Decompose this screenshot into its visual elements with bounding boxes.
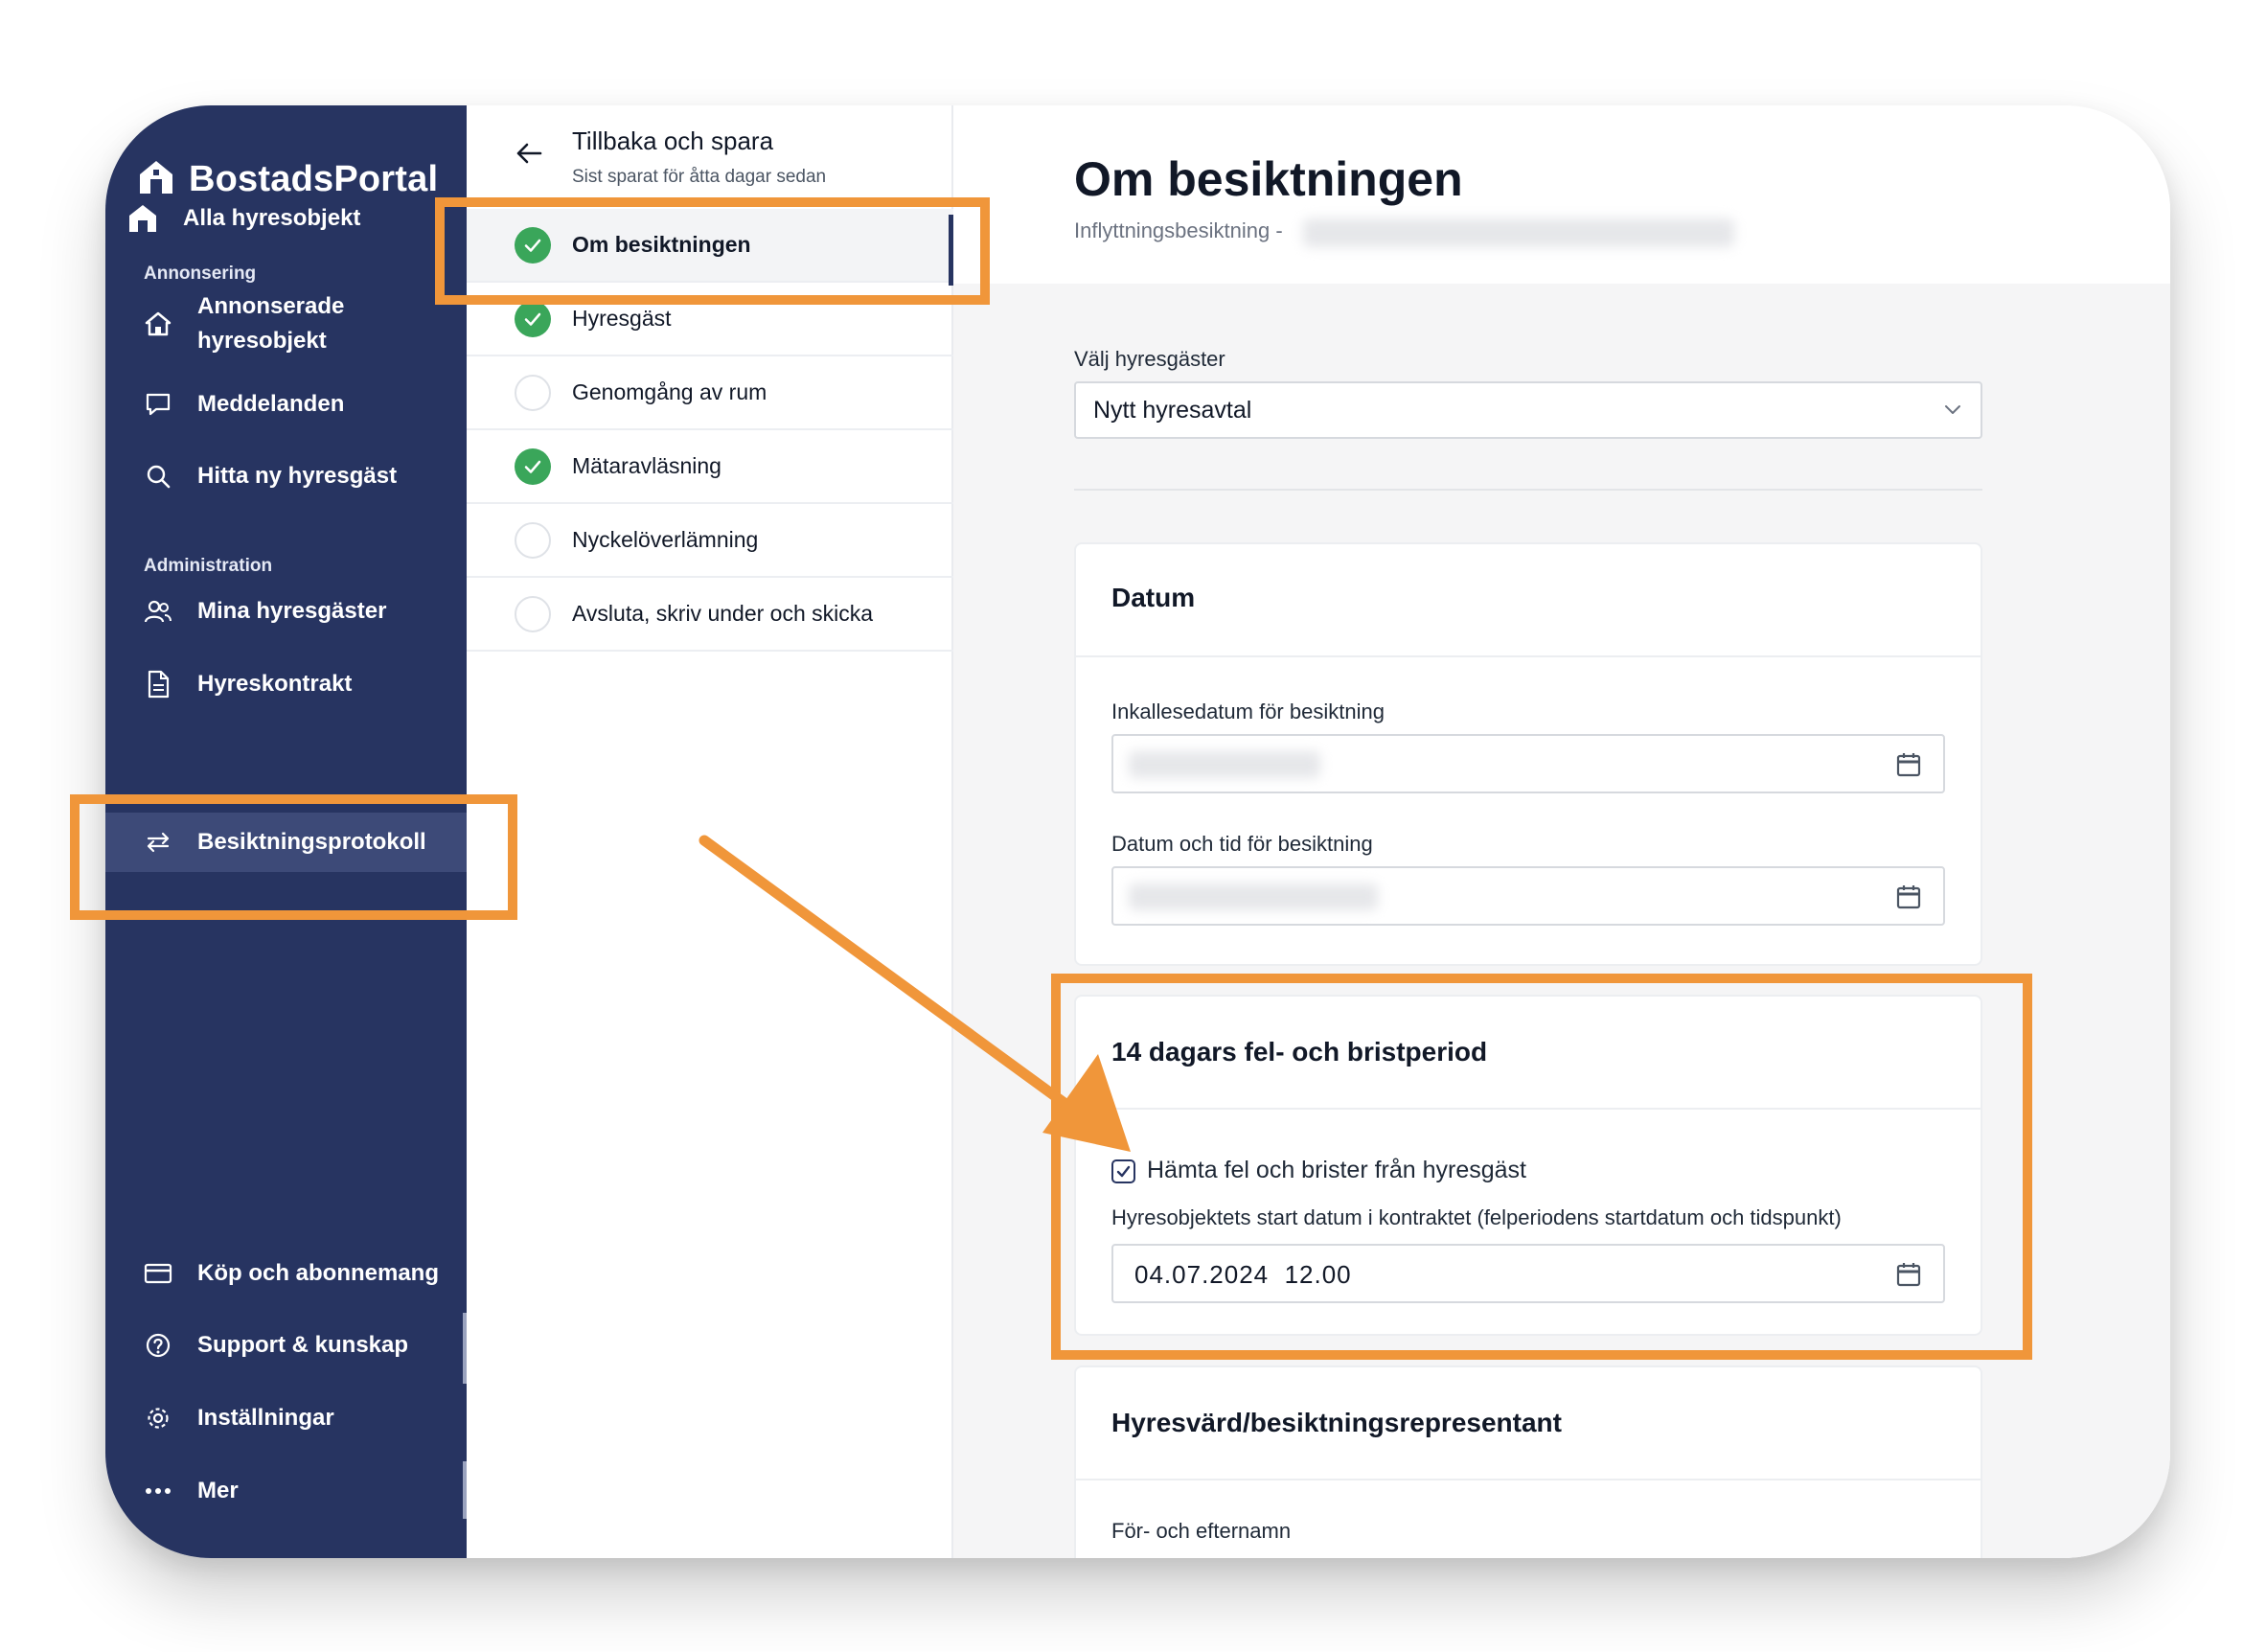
step-label: Mätaravläsning — [572, 453, 721, 478]
step-avsluta[interactable]: Avsluta, skriv under och skicka — [467, 578, 953, 652]
sidebar: BostadsPortal Alla hyresobjekt Annonseri… — [105, 105, 467, 1558]
tenant-select-label: Välj hyresgäster — [1074, 347, 1225, 371]
calendar-icon[interactable] — [1895, 1261, 1922, 1293]
sidebar-item-all-properties[interactable]: Alla hyresobjekt — [105, 197, 467, 240]
card-separator — [1076, 1108, 1981, 1110]
brand-logo[interactable]: BostadsPortal — [137, 158, 438, 201]
app-window: BostadsPortal Alla hyresobjekt Annonseri… — [105, 105, 2170, 1558]
chevron-down-icon — [1942, 399, 1963, 424]
page-title: Om besiktningen — [1074, 152, 1463, 206]
date-card: Datum Inkallesedatum för besiktning Datu… — [1074, 542, 1982, 966]
brand-name: BostadsPortal — [189, 159, 439, 199]
sidebar-item-label: Support & kunskap — [197, 1332, 409, 1358]
arrow-left-icon — [515, 141, 543, 171]
redacted-date — [1129, 751, 1320, 778]
sidebar-item-label: Besiktningsprotokoll — [197, 829, 426, 855]
sidebar-item-settings[interactable]: Inställningar — [105, 1397, 467, 1439]
start-date-label: Hyresobjektets start datum i kontraktet … — [1111, 1205, 1842, 1229]
step-label: Avsluta, skriv under och skicka — [572, 601, 874, 626]
check-circle-icon — [515, 300, 551, 337]
check-circle-icon — [515, 447, 551, 485]
sidebar-item-find-tenant[interactable]: Hitta ny hyresgäst — [105, 455, 467, 497]
sidebar-item-support[interactable]: Support & kunskap — [105, 1324, 467, 1366]
page-subtitle: Inflyttningsbesiktning - — [1074, 218, 1283, 242]
section-label-annonsering: Annonsering — [144, 264, 257, 284]
summons-date-label: Inkallesedatum för besiktning — [1111, 700, 1385, 723]
step-hyresgast[interactable]: Hyresgäst — [467, 283, 953, 356]
search-icon — [142, 460, 174, 493]
step-label: Hyresgäst — [572, 306, 672, 331]
fetch-defects-label[interactable]: Hämta fel och brister från hyresgäst — [1147, 1157, 1526, 1184]
sidebar-item-advertised-properties[interactable]: Annonserade hyresobjekt — [105, 286, 467, 362]
sidebar-item-more[interactable]: Mer — [105, 1470, 467, 1512]
document-icon — [142, 668, 174, 700]
landlord-card-title: Hyresvärd/besiktningsrepresentant — [1111, 1408, 1562, 1437]
sidebar-item-label: Hyreskontrakt — [197, 671, 353, 697]
logo-house-icon — [137, 158, 175, 201]
redacted-datetime — [1129, 883, 1378, 910]
step-om-besiktningen[interactable]: Om besiktningen — [467, 209, 953, 286]
page-header: Om besiktningen Inflyttningsbesiktning - — [953, 105, 2170, 284]
gear-icon — [142, 1402, 174, 1434]
house-icon — [142, 308, 174, 340]
date-card-title: Datum — [1111, 583, 1196, 612]
start-datetime-input[interactable]: 04.07.2024 12.00 — [1111, 1244, 1945, 1303]
card-separator — [1076, 1479, 1981, 1480]
empty-circle-icon — [515, 521, 551, 559]
empty-circle-icon — [515, 595, 551, 632]
credit-card-icon — [142, 1257, 174, 1290]
section-label-administration: Administration — [144, 556, 273, 576]
sidebar-item-my-tenants[interactable]: Mina hyresgäster — [105, 590, 467, 632]
empty-circle-icon — [515, 374, 551, 411]
last-saved-note: Sist sparat för åtta dagar sedan — [572, 167, 827, 187]
sidebar-item-label-line1: Annonserade — [197, 293, 345, 319]
summons-date-input[interactable] — [1111, 734, 1945, 793]
home-icon — [126, 202, 159, 235]
calendar-icon[interactable] — [1895, 883, 1922, 915]
more-dots-icon — [142, 1475, 174, 1507]
card-separator — [1076, 655, 1981, 657]
sidebar-item-label: Meddelanden — [197, 391, 345, 417]
start-datetime-value: 04.07.2024 12.00 — [1134, 1260, 1352, 1289]
swap-arrows-icon — [142, 826, 174, 859]
defect-period-card: 14 dagars fel- och bristperiod Hämta fel… — [1074, 995, 1982, 1336]
name-label: För- och efternamn — [1111, 1519, 1292, 1543]
sidebar-item-label: Köp och abonnemang — [197, 1260, 439, 1286]
chat-icon — [142, 388, 174, 421]
defect-card-title: 14 dagars fel- och bristperiod — [1111, 1037, 1488, 1067]
fetch-defects-checkbox[interactable] — [1111, 1159, 1135, 1183]
check-icon — [1116, 1165, 1131, 1178]
sidebar-item-label: Inställningar — [197, 1405, 334, 1431]
sidebar-item-leases[interactable]: Hyreskontrakt — [105, 663, 467, 705]
divider — [1074, 489, 1982, 491]
sidebar-item-label: Mer — [197, 1478, 239, 1503]
sidebar-item-messages[interactable]: Meddelanden — [105, 383, 467, 425]
step-label: Om besiktningen — [572, 232, 751, 257]
step-label: Genomgång av rum — [572, 379, 767, 404]
back-and-save-label[interactable]: Tillbaka och spara — [572, 126, 773, 156]
sidebar-item-label: Alla hyresobjekt — [183, 205, 361, 231]
step-nyckeloverlamning[interactable]: Nyckelöverlämning — [467, 504, 953, 578]
step-label: Nyckelöverlämning — [572, 527, 759, 552]
step-mataravlasning[interactable]: Mätaravläsning — [467, 430, 953, 504]
steps-panel: Tillbaka och spara Sist sparat för åtta … — [467, 105, 953, 1558]
sidebar-item-inspection-protocol[interactable]: Besiktningsprotokoll — [105, 813, 467, 872]
users-icon — [142, 595, 174, 628]
sidebar-item-label: Mina hyresgäster — [197, 598, 387, 624]
inspection-datetime-input[interactable] — [1111, 866, 1945, 926]
calendar-icon[interactable] — [1895, 751, 1922, 783]
sidebar-item-purchases[interactable]: Köp och abonnemang — [105, 1252, 467, 1295]
redacted-address — [1303, 218, 1734, 247]
tenant-select-value: Nytt hyresavtal — [1093, 397, 1252, 424]
check-circle-icon — [515, 226, 551, 264]
sidebar-item-label: Hitta ny hyresgäst — [197, 463, 398, 489]
main-content: Om besiktningen Inflyttningsbesiktning -… — [953, 105, 2170, 1558]
tenant-select[interactable]: Nytt hyresavtal — [1074, 381, 1982, 439]
landlord-card: Hyresvärd/besiktningsrepresentant För- o… — [1074, 1365, 1982, 1558]
inspection-datetime-label: Datum och tid för besiktning — [1111, 832, 1373, 856]
help-circle-icon — [142, 1329, 174, 1362]
step-genomgang-av-rum[interactable]: Genomgång av rum — [467, 356, 953, 430]
sidebar-item-label-line2: hyresobjekt — [197, 328, 327, 354]
